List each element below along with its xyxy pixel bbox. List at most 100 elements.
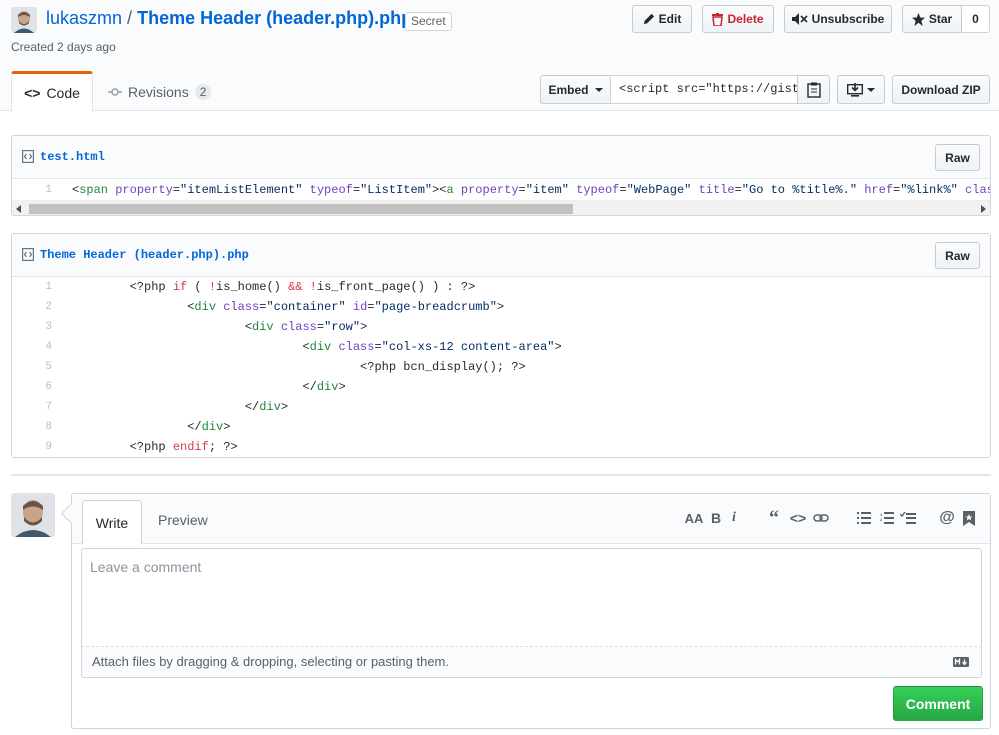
star-label: Star <box>928 12 953 26</box>
horizontal-scrollbar[interactable] <box>12 200 990 215</box>
line-number[interactable]: 5 <box>12 361 52 373</box>
code-line: 5 <?php bcn_display(); ?> <box>12 357 990 377</box>
line-code: <?php bcn_display(); ?> <box>72 360 526 374</box>
line-number[interactable]: 6 <box>12 381 52 393</box>
line-code: <div class="row"> <box>72 320 368 334</box>
embed-dropdown[interactable]: Embed <box>540 75 611 104</box>
raw-button[interactable]: Raw <box>935 242 980 269</box>
code-icon: <> <box>24 85 41 101</box>
comment-textarea[interactable]: Leave a comment <box>81 548 982 647</box>
task-list-icon[interactable] <box>898 508 918 528</box>
caret-down-icon <box>867 87 875 92</box>
star-button[interactable]: Star <box>902 5 962 33</box>
unsubscribe-label: Unsubscribe <box>811 12 885 26</box>
attach-files-bar[interactable]: Attach files by dragging & dropping, sel… <box>81 647 982 678</box>
raw-label: Raw <box>945 248 970 263</box>
tab-revisions[interactable]: Revisions 2 <box>108 80 212 104</box>
revisions-counter: 2 <box>194 84 212 100</box>
quote-icon[interactable]: “ <box>764 507 784 529</box>
user-avatar[interactable] <box>11 493 55 537</box>
embed-url-input[interactable]: <script src="https://gist. <box>610 75 798 104</box>
line-number[interactable]: 1 <box>12 281 52 293</box>
tab-write[interactable]: Write <box>82 500 142 545</box>
attach-text: Attach files by dragging & dropping, sel… <box>92 654 449 669</box>
copy-button[interactable] <box>797 75 830 104</box>
title-separator: / <box>127 8 133 28</box>
line-number[interactable]: 1 <box>12 184 52 196</box>
code-body: 1 <?php if ( !is_home() && !is_front_pag… <box>12 277 990 457</box>
desktop-download-icon <box>847 82 863 97</box>
file-name-link[interactable]: Theme Header (header.php).php <box>40 248 249 262</box>
code-line: 7 </div> <box>12 397 990 417</box>
code-line: 3 <div class="row"> <box>12 317 990 337</box>
mention-icon[interactable]: @ <box>937 508 957 528</box>
download-zip-button[interactable]: Download ZIP <box>892 75 990 104</box>
owner-avatar[interactable] <box>11 7 37 33</box>
code-line: 1 <span property="itemListElement" typeo… <box>12 180 990 200</box>
line-number[interactable]: 2 <box>12 301 52 313</box>
scroll-right-icon[interactable] <box>981 205 986 213</box>
star-icon <box>911 12 925 26</box>
created-timestamp: Created 2 days ago <box>11 40 116 54</box>
line-code: <div class="container" id="page-breadcru… <box>72 300 505 314</box>
tab-code[interactable]: <> Code <box>11 71 93 112</box>
edit-button[interactable]: Edit <box>632 5 692 33</box>
code-line: 9 <?php endif; ?> <box>12 437 990 457</box>
file-name-link[interactable]: test.html <box>40 150 105 164</box>
code-line: 1 <?php if ( !is_home() && !is_front_pag… <box>12 277 990 297</box>
numbered-list-icon[interactable]: 12 <box>877 508 897 528</box>
comment-form: Write Preview AA B i “ <> 12 @ Leave a c… <box>71 493 991 729</box>
gist-title: lukaszmn / Theme Header (header.php).php <box>46 8 412 29</box>
code-line: 6 </div> <box>12 377 990 397</box>
line-code: <div class="col-xs-12 content-area"> <box>72 340 562 354</box>
svg-text:2: 2 <box>880 517 883 522</box>
file-box-theme-header: Theme Header (header.php).php Raw 1 <?ph… <box>11 233 991 458</box>
download-zip-label: Download ZIP <box>901 82 981 97</box>
raw-button[interactable]: Raw <box>935 144 980 171</box>
line-number[interactable]: 7 <box>12 401 52 413</box>
gist-name-link[interactable]: Theme Header (header.php).php <box>137 8 412 28</box>
line-number[interactable]: 8 <box>12 421 52 433</box>
file-header: Theme Header (header.php).php Raw <box>12 234 990 277</box>
pencil-icon <box>643 13 654 25</box>
code-line: 8 </div> <box>12 417 990 437</box>
line-number[interactable]: 3 <box>12 321 52 333</box>
delete-button[interactable]: Delete <box>702 5 774 33</box>
code-line: 4 <div class="col-xs-12 content-area"> <box>12 337 990 357</box>
text-size-icon[interactable]: AA <box>684 508 704 528</box>
line-number[interactable]: 4 <box>12 341 52 353</box>
markdown-icon[interactable] <box>953 657 969 667</box>
clone-dropdown[interactable] <box>837 75 885 104</box>
file-header: test.html Raw <box>12 136 990 179</box>
caret-down-icon <box>594 87 603 92</box>
scrollbar-thumb[interactable] <box>29 204 573 214</box>
link-icon[interactable] <box>811 508 831 528</box>
embed-label: Embed <box>548 82 589 97</box>
delete-label: Delete <box>727 12 764 26</box>
line-code: <span property="itemListElement" typeof=… <box>72 183 990 197</box>
bold-icon[interactable]: B <box>706 508 726 528</box>
line-number[interactable]: 9 <box>12 441 52 453</box>
commit-icon <box>108 88 122 96</box>
star-count[interactable]: 0 <box>962 5 990 33</box>
owner-link[interactable]: lukaszmn <box>46 8 122 28</box>
trash-icon <box>712 12 724 26</box>
edit-label: Edit <box>658 12 682 26</box>
file-code-icon <box>22 150 34 163</box>
scroll-left-icon[interactable] <box>16 205 21 213</box>
comment-submit-button[interactable]: Comment <box>893 686 983 721</box>
bulleted-list-icon[interactable] <box>854 508 874 528</box>
file-code-icon <box>22 248 34 261</box>
line-code: </div> <box>72 420 231 434</box>
mute-icon <box>791 13 808 25</box>
tab-preview[interactable]: Preview <box>158 512 208 528</box>
divider <box>11 474 991 476</box>
clipboard-icon <box>806 82 821 98</box>
italic-icon[interactable]: i <box>724 508 744 528</box>
code-icon[interactable]: <> <box>788 508 808 528</box>
line-code: </div> <box>72 400 289 414</box>
raw-label: Raw <box>945 150 970 165</box>
saved-reply-icon[interactable] <box>959 508 979 528</box>
line-code: <?php if ( !is_home() && !is_front_page(… <box>72 280 476 294</box>
unsubscribe-button[interactable]: Unsubscribe <box>784 5 892 33</box>
